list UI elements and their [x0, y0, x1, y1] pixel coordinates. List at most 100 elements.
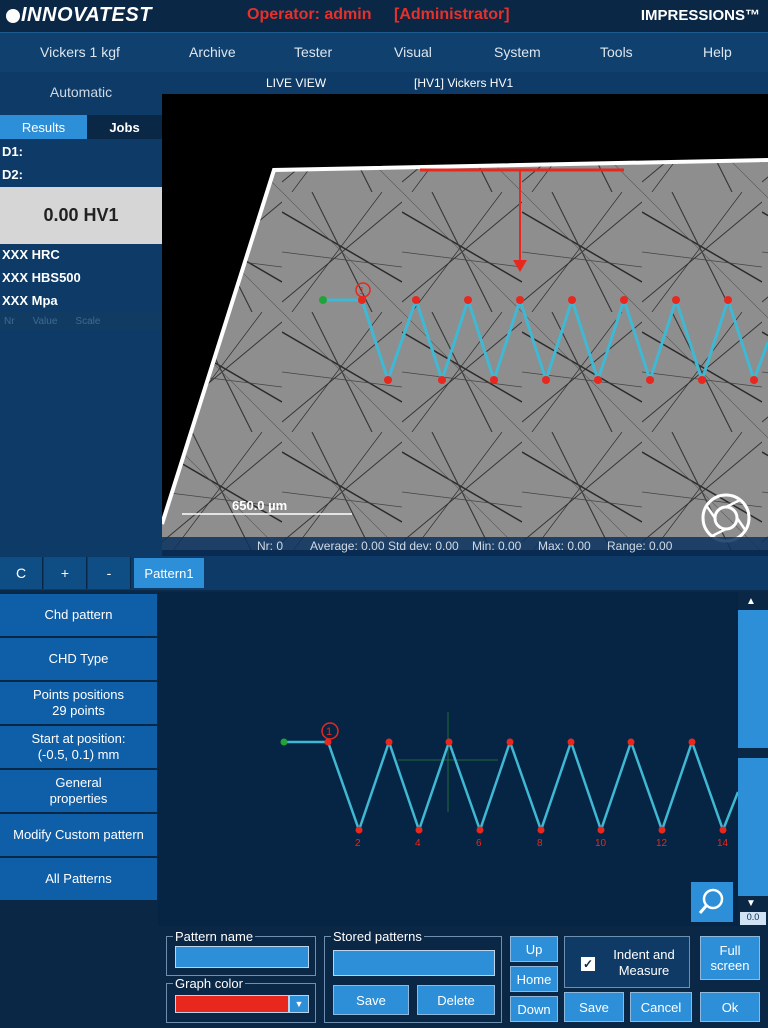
menu-vickers[interactable]: Vickers 1 kgf [40, 44, 120, 60]
full-screen-line2: screen [710, 958, 750, 973]
menu-tools[interactable]: Tools [600, 44, 633, 60]
scroll-up-icon[interactable]: ▲ [746, 596, 756, 607]
menu-tester[interactable]: Tester [294, 44, 332, 60]
home-button[interactable]: Home [510, 966, 558, 992]
col-nr: Nr [4, 315, 15, 327]
conversion-mpa: XXX Mpa [2, 293, 58, 308]
stat-max: Max: 0.00 [538, 539, 591, 553]
properties-label: properties [49, 791, 108, 806]
specimen-surface [162, 160, 768, 550]
all-patterns-button[interactable]: All Patterns [0, 858, 157, 900]
col-value: Value [32, 315, 58, 327]
down-button[interactable]: Down [510, 996, 558, 1022]
remove-pattern-button[interactable]: - [88, 557, 131, 589]
graph-label-8: 8 [537, 838, 543, 849]
graph-start-point [280, 738, 288, 746]
graph-color-swatch[interactable] [175, 995, 289, 1013]
d1-label: D1: [2, 144, 23, 159]
scroll-value: 0.0 [740, 912, 766, 925]
menu-archive[interactable]: Archive [189, 44, 236, 60]
general-label: General [55, 775, 102, 790]
pattern-graph-canvas: 1 2 4 6 8 10 12 14 [280, 712, 738, 849]
title-bar: INNOVATEST Operator: admin [Administrato… [0, 0, 768, 32]
stored-patterns-select[interactable] [333, 950, 495, 976]
start-position-label: Start at position: [31, 731, 126, 746]
indent-label-line2: Measure [618, 963, 670, 978]
conversion-hbs: XXX HBS500 [2, 270, 81, 285]
stat-stddev: Std dev: 0.00 [388, 539, 459, 553]
full-screen-line1: Full [719, 943, 741, 958]
clear-pattern-button[interactable]: C [0, 557, 43, 589]
scale-label: 650.0 µm [232, 498, 287, 513]
save-button[interactable]: Save [564, 992, 624, 1022]
live-view-header: LIVE VIEW [HV1] Vickers HV1 [162, 72, 768, 94]
cancel-button[interactable]: Cancel [630, 992, 692, 1022]
indent-measure-option[interactable]: ✓ Indent and Measure [564, 936, 690, 988]
pattern-name-group: Pattern name [166, 929, 316, 976]
tab-pattern1[interactable]: Pattern1 [134, 558, 204, 588]
scroll-down-icon[interactable]: ▼ [746, 898, 756, 909]
indent-label-line1: Indent and [613, 947, 675, 962]
scroll-thumb-top[interactable] [738, 610, 768, 748]
modify-custom-pattern-button[interactable]: Modify Custom pattern [0, 814, 157, 856]
live-start-point [319, 296, 327, 304]
menu-system[interactable]: System [494, 44, 541, 60]
stat-nr: Nr: 0 [257, 539, 284, 553]
live-view[interactable]: 1 650.0 µm LIVE VIEW [HV1] Vickers HV1 N… [162, 72, 768, 556]
graph-start-marker-text: 1 [326, 726, 332, 738]
live-start-marker-text: 1 [359, 286, 365, 297]
start-position-value: (-0.5, 0.1) mm [37, 747, 120, 762]
stat-min: Min: 0.00 [472, 539, 522, 553]
color-dropdown-icon[interactable]: ▼ [289, 995, 309, 1013]
graph-label-14: 14 [717, 838, 729, 849]
live-view-title: LIVE VIEW [266, 76, 327, 90]
graph-pattern-line [284, 738, 738, 834]
pattern-name-input[interactable] [175, 946, 309, 968]
pattern-toolbar: C + - Pattern1 [0, 556, 768, 590]
start-position-button[interactable]: Start at position: (-0.5, 0.1) mm [0, 726, 157, 768]
graph-color-label: Graph color [173, 976, 245, 991]
zoom-button[interactable] [691, 882, 733, 922]
general-properties-button[interactable]: General properties [0, 770, 157, 812]
pattern-graph[interactable]: 1 2 4 6 8 10 12 14 [158, 592, 738, 926]
points-count-label: 29 points [52, 703, 105, 718]
indent-measure-checkbox[interactable]: ✓ [581, 957, 595, 971]
modify-custom-label: Modify Custom pattern [13, 827, 144, 842]
menu-help[interactable]: Help [703, 44, 732, 60]
results-table-header: Nr Value Scale [0, 312, 162, 330]
graph-scrollbar[interactable]: ▲ ▼ 0.0 [738, 592, 768, 926]
ok-button[interactable]: Ok [700, 992, 760, 1022]
mode-automatic[interactable]: Automatic [0, 84, 162, 100]
live-image: 1 650.0 µm [162, 158, 768, 550]
menu-visual[interactable]: Visual [394, 44, 432, 60]
scroll-thumb-bottom[interactable] [738, 758, 768, 896]
tab-jobs[interactable]: Jobs [87, 115, 162, 139]
delete-pattern-button[interactable]: Delete [417, 985, 495, 1015]
add-pattern-button[interactable]: + [44, 557, 87, 589]
graph-label-6: 6 [476, 838, 482, 849]
statistics-bar: Nr: 0 Average: 0.00 Std dev: 0.00 Min: 0… [162, 537, 768, 556]
full-screen-button[interactable]: Full screen [700, 936, 760, 980]
graph-label-10: 10 [595, 838, 607, 849]
pattern-options: Chd pattern CHD Type Points positions 29 … [0, 592, 158, 1028]
bottom-controls: Pattern name Graph color ▼ Stored patter… [158, 926, 768, 1028]
chd-type-button[interactable]: CHD Type [0, 638, 157, 680]
stored-patterns-label: Stored patterns [331, 929, 424, 944]
stat-range: Range: 0.00 [607, 539, 673, 553]
graph-color-group: Graph color ▼ [166, 976, 316, 1023]
col-scale: Scale [75, 315, 101, 327]
hardness-value: 0.00 HV1 [0, 187, 162, 244]
graph-label-2: 2 [355, 838, 361, 849]
chd-pattern-label: Chd pattern [44, 607, 113, 622]
logo-text: INNOVATEST [21, 4, 152, 26]
all-patterns-label: All Patterns [45, 871, 112, 886]
points-positions-button[interactable]: Points positions 29 points [0, 682, 157, 724]
stat-average: Average: 0.00 [310, 539, 385, 553]
save-pattern-button[interactable]: Save [333, 985, 409, 1015]
up-button[interactable]: Up [510, 936, 558, 962]
menu-bar: Vickers 1 kgf Archive Tester Visual Syst… [0, 32, 768, 72]
chd-pattern-button[interactable]: Chd pattern [0, 594, 157, 636]
tab-results[interactable]: Results [0, 115, 87, 139]
pattern-name-label: Pattern name [173, 929, 256, 944]
zoom-icon [698, 888, 724, 914]
